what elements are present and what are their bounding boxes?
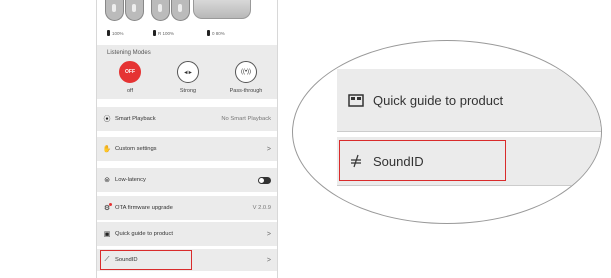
zoom-quick-guide-row[interactable]: Quick guide to product [337, 69, 601, 132]
right-battery: R 100% [153, 30, 174, 36]
right-earbud-icon [151, 0, 170, 21]
quick-guide-row[interactable]: ▣ Quick guide to product > [97, 222, 277, 246]
hand-icon: ✋ [102, 146, 112, 153]
mode-passthrough-label: Pass-through [229, 88, 263, 94]
smart-playback-icon: ⦿ [103, 116, 111, 123]
soundid-highlight [100, 250, 192, 270]
battery-icon [153, 30, 156, 36]
mode-passthrough-button[interactable]: ((•)) [235, 61, 257, 83]
left-battery: 100% [107, 30, 124, 36]
guide-icon [347, 93, 365, 107]
ota-upgrade-row[interactable]: ⚙ OTA firmware upgrade V 2.0.9 [97, 196, 277, 220]
mode-off-button[interactable]: OFF [119, 61, 141, 83]
update-dot [109, 203, 112, 206]
mode-strong-label: Strong [179, 88, 197, 94]
charging-case-icon [193, 0, 251, 19]
battery-icon [107, 30, 110, 36]
right-earbud-icon-2 [171, 0, 190, 21]
anc-strong-icon: ◂ı▸ [184, 69, 192, 76]
low-latency-toggle[interactable] [258, 176, 271, 184]
chevron-right-icon: > [266, 256, 271, 264]
listening-modes-panel: Listening Modes OFF off ◂ı▸ Strong ((•))… [97, 45, 277, 99]
guide-icon: ▣ [103, 231, 111, 238]
left-earbud-icon [105, 0, 124, 21]
left-earbud-icon-2 [125, 0, 144, 21]
ota-icon: ⚙ [103, 203, 112, 212]
listening-modes-title: Listening Modes [107, 50, 151, 56]
low-latency-row: ⊜ Low-latency [97, 168, 277, 192]
chevron-right-icon: > [266, 230, 271, 238]
zoom-callout: Quick guide to product SoundID [292, 40, 602, 224]
battery-icon [207, 30, 210, 36]
mode-strong-button[interactable]: ◂ı▸ [177, 61, 199, 83]
earbuds-status: 100% R 100% 0 80% [97, 0, 277, 42]
case-battery: 0 80% [207, 30, 225, 36]
game-controller-icon: ⊜ [104, 177, 110, 184]
mode-off-label: off [126, 88, 133, 94]
chevron-right-icon: > [266, 145, 271, 153]
zoom-soundid-highlight [339, 140, 506, 181]
custom-settings-row[interactable]: ✋ Custom settings > [97, 137, 277, 161]
phone-screen: 100% R 100% 0 80% Listening Modes OFF of… [96, 0, 278, 278]
smart-playback-row[interactable]: ⦿ Smart Playback No Smart Playback [97, 107, 277, 131]
passthrough-icon: ((•)) [240, 69, 252, 75]
